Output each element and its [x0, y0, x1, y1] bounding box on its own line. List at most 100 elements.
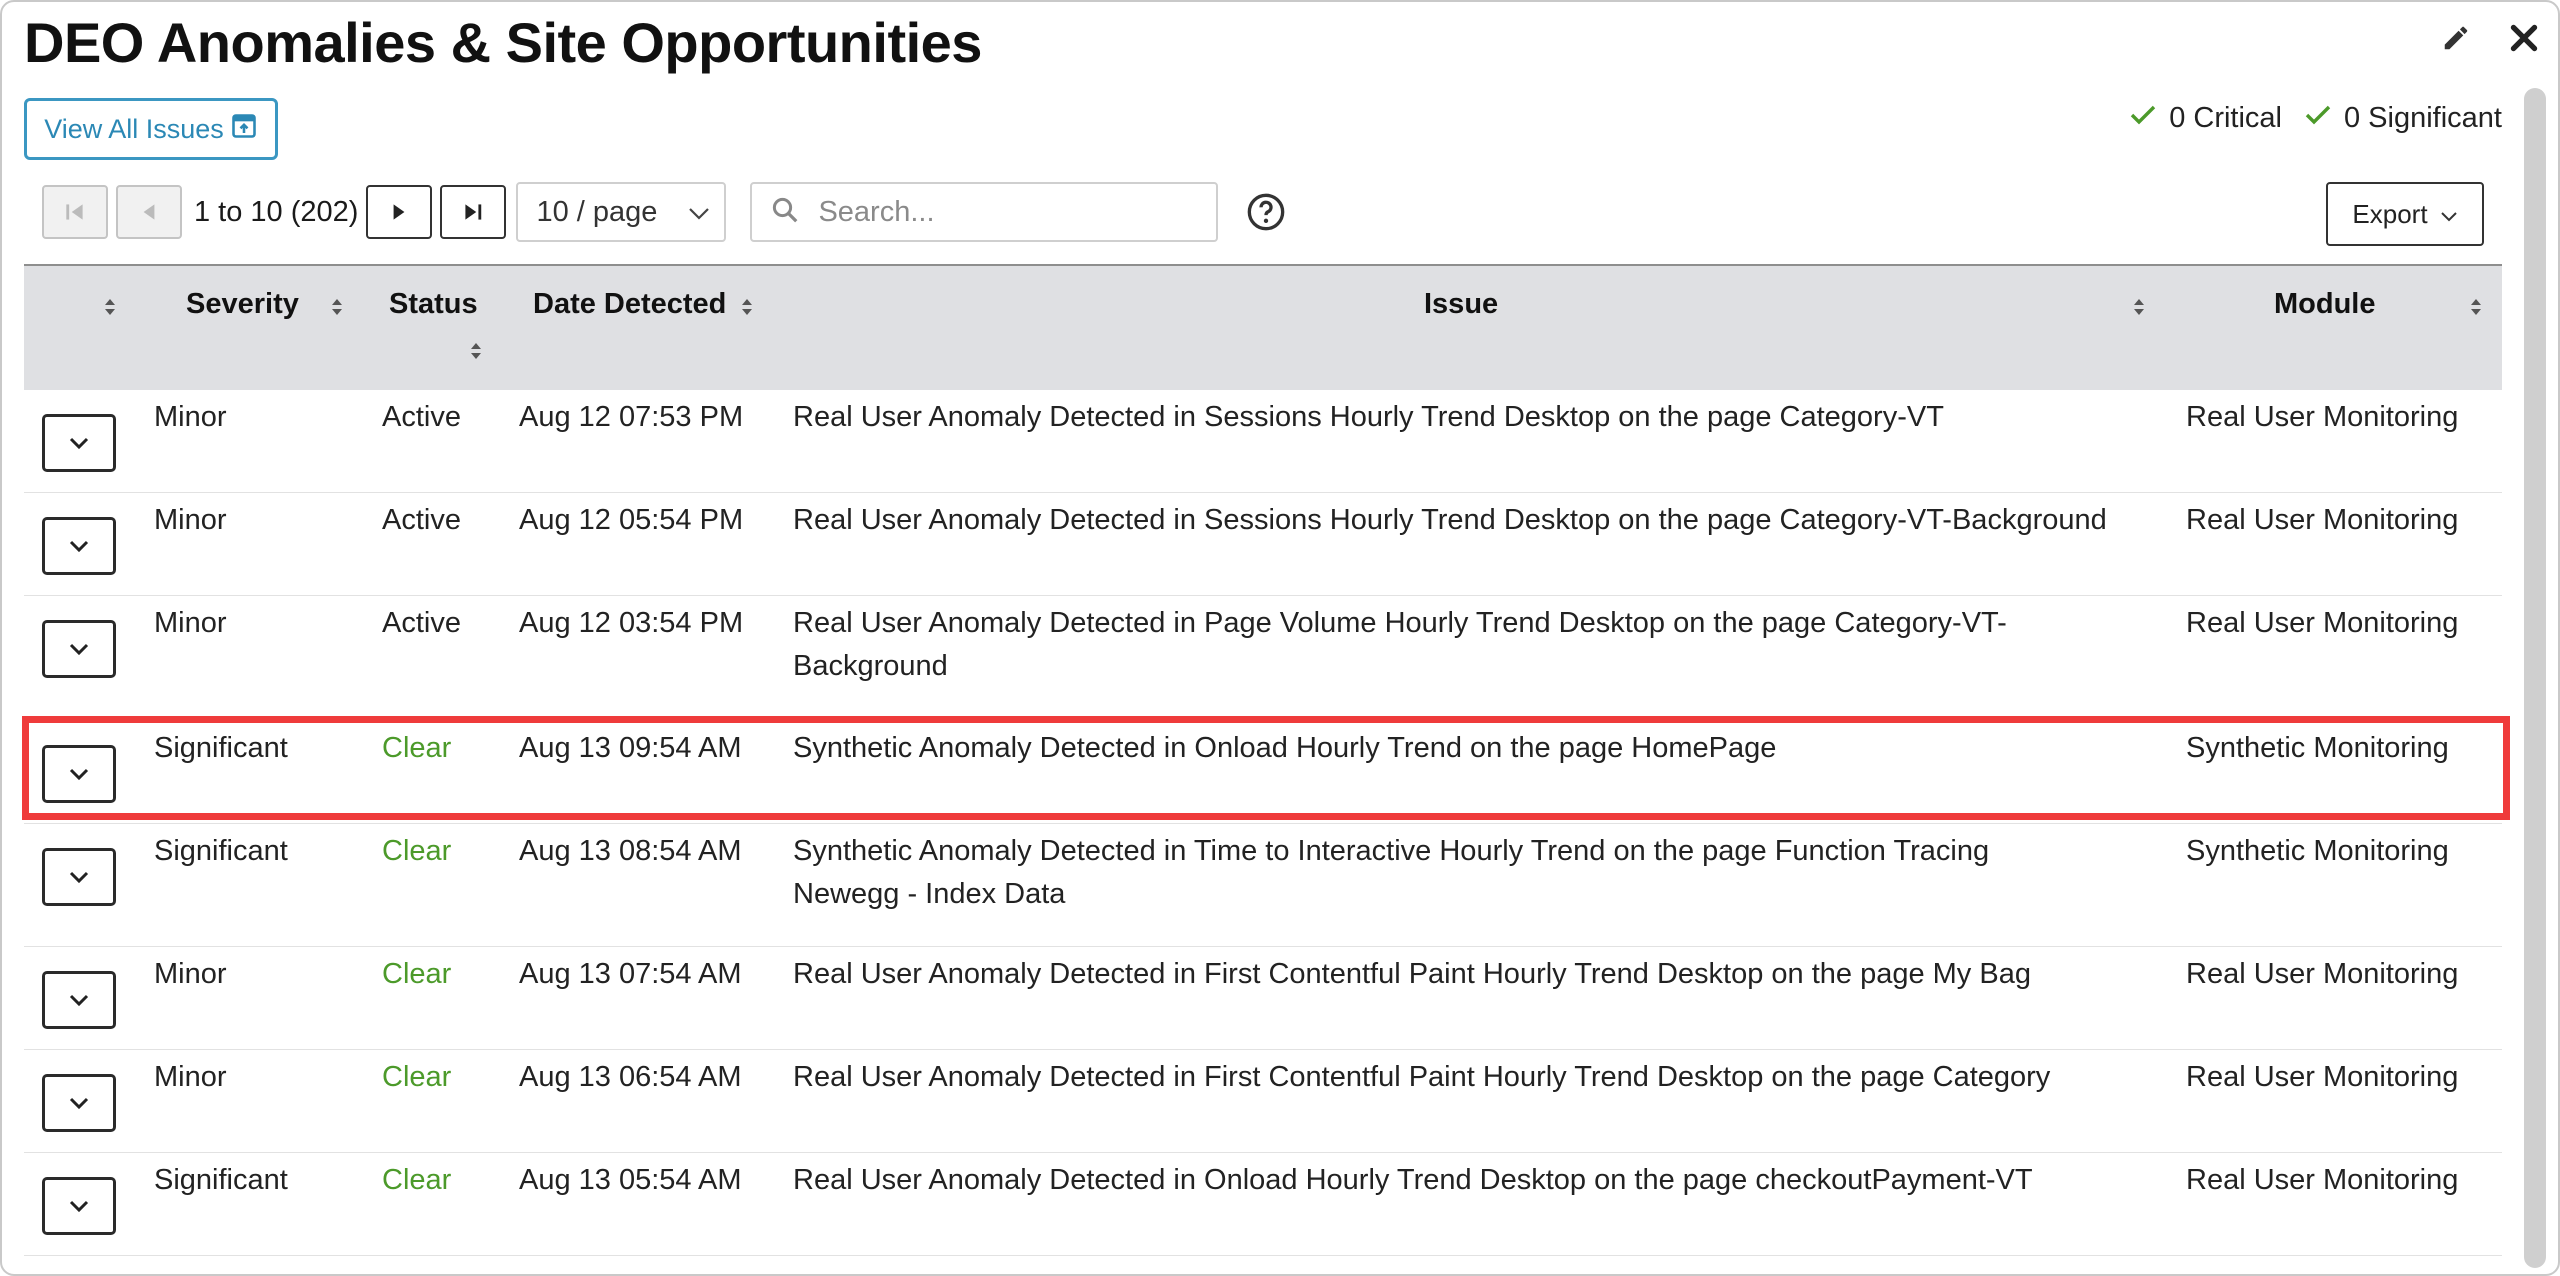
issue-cell: Real User Anomaly Detected in Sessions H… [793, 504, 2107, 536]
issues-table: Severity Status Date Detected Issue Modu… [24, 264, 2502, 1256]
date-cell: Aug 13 05:54 AM [519, 1164, 742, 1196]
table-row: Minor Clear Aug 13 07:54 AM Real User An… [24, 947, 2502, 1050]
module-cell: Real User Monitoring [2186, 607, 2459, 639]
date-cell: Aug 12 07:53 PM [519, 401, 744, 433]
date-cell: Aug 13 06:54 AM [519, 1061, 742, 1093]
first-page-button[interactable] [42, 185, 108, 239]
chevron-down-icon [2440, 199, 2458, 230]
chevron-down-icon [69, 1200, 89, 1213]
module-cell: Real User Monitoring [2186, 504, 2459, 536]
issue-cell: Synthetic Anomaly Detected in Onload Hou… [793, 732, 1777, 764]
chevron-down-icon [69, 643, 89, 656]
chevron-down-icon [69, 437, 89, 450]
sort-icon[interactable] [2469, 297, 2483, 317]
severity-cell: Significant [154, 835, 288, 867]
table-row: Minor Active Aug 12 05:54 PM Real User A… [24, 493, 2502, 596]
search-icon [770, 195, 800, 230]
module-cell: Real User Monitoring [2186, 1061, 2459, 1093]
expand-row-button[interactable] [42, 1177, 116, 1235]
pencil-icon[interactable] [2434, 16, 2478, 60]
export-label: Export [2352, 198, 2428, 229]
date-cell: Aug 13 09:54 AM [519, 732, 742, 764]
date-cell: Aug 12 03:54 PM [519, 607, 744, 639]
sort-icon[interactable] [2132, 297, 2146, 317]
table-row: Minor Active Aug 12 03:54 PM Real User A… [24, 596, 2502, 721]
help-icon[interactable] [1246, 192, 1286, 232]
chevron-down-icon [69, 1097, 89, 1110]
chevron-down-icon [69, 768, 89, 781]
chevron-down-icon [69, 871, 89, 884]
issue-cell: Real User Anomaly Detected in Sessions H… [793, 401, 1944, 433]
expand-row-button[interactable] [42, 745, 116, 803]
significant-count: 0 Significant [2344, 102, 2502, 134]
severity-cell: Minor [154, 401, 227, 433]
header-severity[interactable]: Severity [186, 288, 299, 321]
severity-cell: Significant [154, 732, 288, 764]
sort-icon[interactable] [330, 297, 344, 317]
status-cell: Clear [382, 1164, 452, 1196]
expand-row-button[interactable] [42, 517, 116, 575]
close-icon[interactable] [2502, 16, 2546, 60]
chevron-down-icon [688, 196, 710, 229]
expand-row-button[interactable] [42, 848, 116, 906]
severity-cell: Minor [154, 958, 227, 990]
module-cell: Real User Monitoring [2186, 401, 2459, 433]
date-cell: Aug 12 05:54 PM [519, 504, 744, 536]
table-row: Minor Active Aug 12 07:53 PM Real User A… [24, 390, 2502, 493]
severity-cell: Minor [154, 607, 227, 639]
search-box[interactable] [750, 182, 1219, 242]
header-date-detected[interactable]: Date Detected [533, 288, 726, 321]
header-status[interactable]: Status [389, 288, 478, 321]
status-cell: Active [382, 401, 461, 433]
table-header: Severity Status Date Detected Issue Modu… [24, 264, 2502, 390]
status-cell: Active [382, 607, 461, 639]
page-range: 1 to 10 (202) [194, 195, 359, 228]
issue-cell: Real User Anomaly Detected in First Cont… [793, 958, 2031, 990]
expand-row-button[interactable] [42, 971, 116, 1029]
module-cell: Synthetic Monitoring [2186, 732, 2449, 764]
issue-cell: Real User Anomaly Detected in First Cont… [793, 1061, 2051, 1093]
module-cell: Real User Monitoring [2186, 958, 2459, 990]
severity-cell: Minor [154, 1061, 227, 1093]
sort-icon[interactable] [740, 297, 754, 317]
table-row: Significant Clear Aug 13 05:54 AM Real U… [24, 1153, 2502, 1256]
vertical-scrollbar[interactable] [2524, 88, 2546, 1268]
view-all-issues-button[interactable]: View All Issues [24, 98, 278, 160]
widget-title: DEO Anomalies & Site Opportunities [24, 11, 982, 74]
view-all-issues-label: View All Issues [44, 113, 224, 144]
sort-icon[interactable] [469, 341, 483, 361]
export-button[interactable]: Export [2326, 182, 2484, 246]
issue-cell: Synthetic Anomaly Detected in Time to In… [793, 835, 1990, 910]
module-cell: Real User Monitoring [2186, 1164, 2459, 1196]
status-cell: Clear [382, 835, 452, 867]
page-size-select[interactable]: 10 / page [516, 182, 727, 242]
sort-icon[interactable] [103, 297, 117, 317]
open-in-new-icon [230, 112, 258, 147]
next-page-button[interactable] [366, 185, 433, 239]
severity-cell: Minor [154, 504, 227, 536]
status-cell: Clear [382, 732, 452, 764]
pagination: 1 to 10 (202) 10 / page [42, 182, 1286, 242]
expand-row-button[interactable] [42, 620, 116, 678]
chevron-down-icon [69, 540, 89, 553]
header-issue[interactable]: Issue [1424, 288, 1498, 321]
severity-cell: Significant [154, 1164, 288, 1196]
page-size-value: 10 / page [536, 195, 658, 228]
critical-count: 0 Critical [2169, 102, 2282, 134]
issue-summary: 0 Critical 0 Significant [2129, 102, 2502, 135]
table-row: Significant Clear Aug 13 08:54 AM Synthe… [24, 824, 2502, 947]
search-input[interactable] [816, 194, 1199, 230]
date-cell: Aug 13 07:54 AM [519, 958, 742, 990]
header-module[interactable]: Module [2274, 288, 2376, 321]
check-icon [2129, 102, 2157, 135]
prev-page-button[interactable] [116, 185, 182, 239]
widget-panel: DEO Anomalies & Site Opportunities View … [0, 0, 2560, 1276]
last-page-button[interactable] [440, 185, 507, 239]
chevron-down-icon [69, 994, 89, 1007]
table-row: Minor Clear Aug 13 06:54 AM Real User An… [24, 1050, 2502, 1153]
check-icon [2304, 102, 2332, 135]
module-cell: Synthetic Monitoring [2186, 835, 2449, 867]
expand-row-button[interactable] [42, 414, 116, 472]
status-cell: Clear [382, 1061, 452, 1093]
expand-row-button[interactable] [42, 1074, 116, 1132]
